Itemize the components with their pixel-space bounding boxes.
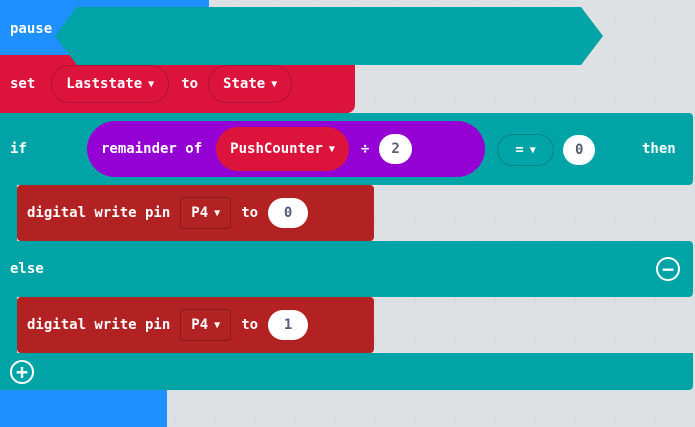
condition-slot-fill — [56, 8, 602, 64]
digital-write-block-if[interactable]: digital write pin P4 ▼ to 0 — [17, 185, 374, 241]
comparator-symbol: = — [515, 142, 524, 158]
grid-mark — [291, 416, 300, 425]
grid-mark — [491, 296, 500, 305]
caret-down-icon: ▼ — [214, 319, 221, 331]
plus-circle-icon[interactable]: + — [10, 359, 34, 384]
digital-write-label: digital write pin — [27, 205, 171, 221]
write-value: 1 — [283, 317, 293, 333]
grid-mark — [571, 296, 580, 305]
grid-mark — [411, 336, 420, 345]
next-block-edge[interactable] — [0, 390, 167, 427]
write-value: 0 — [283, 205, 293, 221]
grid-mark — [651, 296, 660, 305]
remainder-block[interactable]: remainder of PushCounter ▼ ÷ 2 — [87, 121, 485, 177]
grid-mark — [611, 296, 620, 305]
grid-mark — [531, 416, 540, 425]
grid-mark — [531, 296, 540, 305]
then-label: then — [642, 141, 676, 157]
pin-dropdown[interactable]: P4 ▼ — [180, 197, 232, 229]
caret-down-icon: ▼ — [214, 207, 221, 219]
write-value-input[interactable]: 1 — [268, 310, 309, 340]
grid-mark — [531, 96, 540, 105]
grid-mark — [451, 296, 460, 305]
divide-symbol: ÷ — [360, 141, 370, 157]
grid-mark — [571, 216, 580, 225]
grid-mark — [211, 416, 220, 425]
variable-dropdown[interactable]: Laststate ▼ — [51, 65, 170, 103]
divisor-input[interactable]: 2 — [379, 134, 412, 164]
caret-down-icon: ▼ — [271, 78, 278, 90]
caret-down-icon: ▼ — [328, 143, 335, 155]
grid-mark — [251, 416, 260, 425]
caret-down-icon: ▼ — [148, 78, 155, 90]
grid-mark — [451, 416, 460, 425]
if-block-footer[interactable]: + — [0, 353, 693, 390]
grid-mark — [371, 96, 380, 105]
grid-mark — [531, 216, 540, 225]
grid-mark — [491, 96, 500, 105]
else-label: else — [10, 261, 44, 277]
grid-mark — [651, 56, 660, 65]
grid-mark — [571, 336, 580, 345]
grid-mark — [531, 336, 540, 345]
grid-mark — [611, 216, 620, 225]
to-label: to — [241, 317, 259, 333]
pin-dropdown[interactable]: P4 ▼ — [180, 309, 232, 341]
pin-name: P4 — [191, 317, 209, 333]
pin-name: P4 — [191, 205, 209, 221]
grid-mark — [651, 96, 660, 105]
else-section[interactable]: else − — [0, 241, 693, 297]
grid-mark — [651, 336, 660, 345]
grid-mark — [491, 416, 500, 425]
grid-mark — [411, 296, 420, 305]
grid-mark — [371, 416, 380, 425]
grid-mark — [411, 416, 420, 425]
set-label: set — [10, 76, 36, 92]
condition-slot — [55, 7, 603, 65]
grid-mark — [611, 96, 620, 105]
grid-mark — [411, 216, 420, 225]
comparator-dropdown[interactable]: = ▼ — [497, 134, 554, 166]
grid-mark — [571, 416, 580, 425]
set-to-label: to — [181, 76, 199, 92]
grid-mark — [451, 96, 460, 105]
pushcounter-variable-dropdown[interactable]: PushCounter ▼ — [216, 127, 349, 171]
remainder-label: remainder of — [101, 141, 203, 157]
to-label: to — [241, 205, 259, 221]
digital-write-label: digital write pin — [27, 317, 171, 333]
grid-mark — [651, 416, 660, 425]
divisor-value: 2 — [391, 141, 400, 157]
grid-mark — [451, 216, 460, 225]
caret-down-icon: ▼ — [529, 144, 536, 156]
value-variable-dropdown[interactable]: State ▼ — [208, 65, 293, 103]
grid-mark — [331, 416, 340, 425]
grid-mark — [611, 16, 620, 25]
grid-mark — [611, 416, 620, 425]
grid-mark — [491, 336, 500, 345]
grid-mark — [411, 96, 420, 105]
write-value-input[interactable]: 0 — [268, 198, 309, 228]
grid-mark — [451, 336, 460, 345]
grid-mark — [571, 96, 580, 105]
grid-mark — [651, 16, 660, 25]
minus-circle-icon[interactable]: − — [656, 257, 680, 281]
compare-value: 0 — [575, 142, 584, 158]
value-variable-name: State — [223, 76, 266, 92]
grid-mark — [651, 216, 660, 225]
variable-name: Laststate — [66, 76, 143, 92]
grid-mark — [491, 216, 500, 225]
grid-mark — [611, 336, 620, 345]
grid-mark — [611, 56, 620, 65]
if-label: if — [10, 141, 27, 157]
digital-write-block-else[interactable]: digital write pin P4 ▼ to 1 — [17, 297, 374, 353]
compare-value-input[interactable]: 0 — [563, 135, 596, 165]
pushcounter-name: PushCounter — [230, 141, 323, 157]
grid-mark — [171, 416, 180, 425]
